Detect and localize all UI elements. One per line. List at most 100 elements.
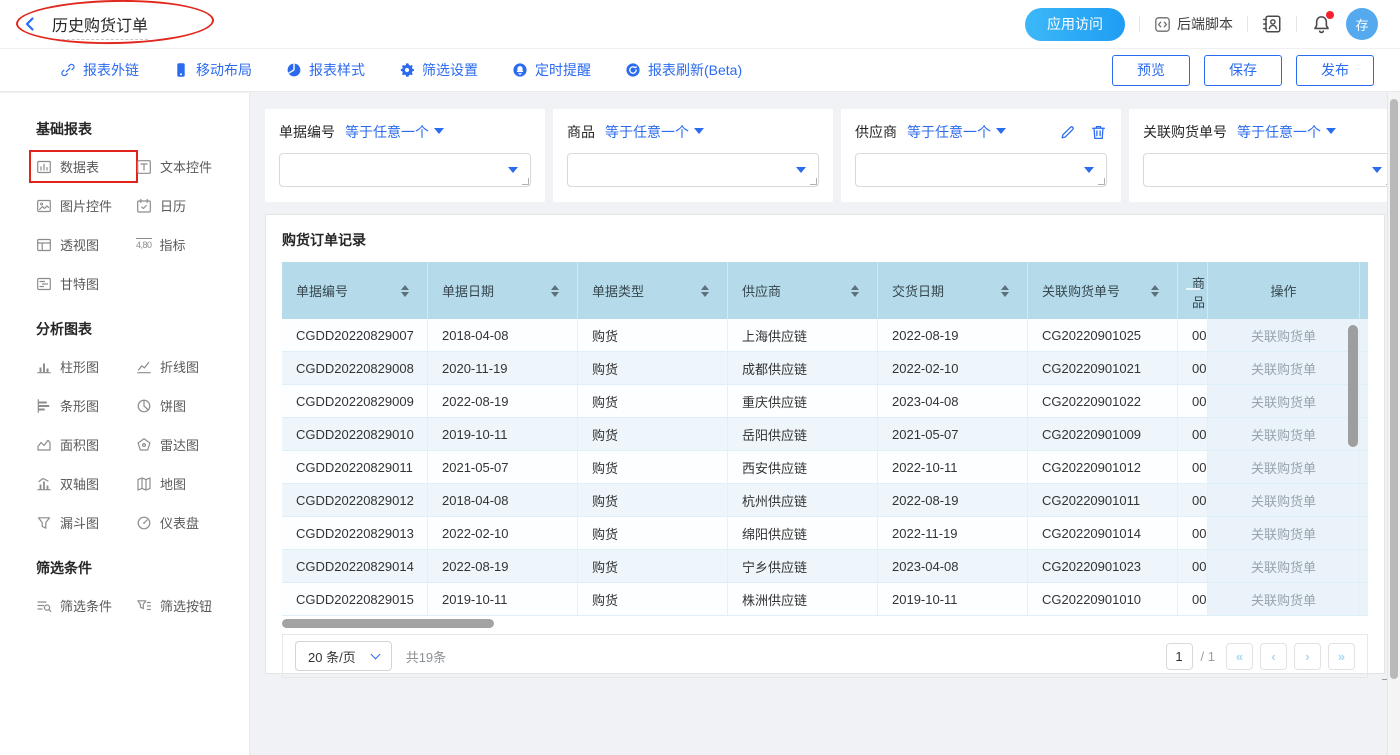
sort-icon[interactable] — [851, 281, 859, 301]
sidebar-item-日历[interactable]: 日历 — [136, 196, 236, 215]
sidebar-item-数据表[interactable]: 数据表 — [36, 157, 136, 176]
sort-icon[interactable] — [401, 281, 409, 301]
cell-clipped: 000 — [1178, 451, 1208, 483]
sidebar-item-柱形图[interactable]: 柱形图 — [36, 357, 136, 376]
related-purchase-order-button[interactable]: 关联购货单 — [1251, 524, 1316, 543]
next-page-button[interactable]: › — [1294, 643, 1321, 670]
sidebar-item-仪表盘[interactable]: 仪表盘 — [136, 513, 236, 532]
toolbar-item-2[interactable]: 移动布局 — [173, 60, 252, 80]
column-header-供应商[interactable]: 供应商 — [728, 262, 878, 319]
sidebar-item-漏斗图[interactable]: 漏斗图 — [36, 513, 136, 532]
sidebar-item-饼图[interactable]: 饼图 — [136, 396, 236, 415]
preview-button[interactable]: 预览 — [1112, 55, 1190, 86]
save-button[interactable]: 保存 — [1204, 55, 1282, 86]
notification-bell-icon[interactable] — [1311, 14, 1332, 35]
indicator-icon: 4,80 — [136, 238, 152, 251]
trash-icon[interactable] — [1090, 124, 1107, 141]
last-page-button[interactable]: » — [1328, 643, 1355, 670]
sidebar-item-甘特图[interactable]: 甘特图 — [36, 274, 136, 293]
page-number-input[interactable] — [1166, 643, 1193, 670]
column-chart-icon — [36, 359, 52, 375]
sidebar-item-筛选条件[interactable]: 筛选条件 — [36, 596, 136, 615]
sort-icon[interactable] — [551, 281, 559, 301]
table-row: CGDD202208290122018-04-08购货杭州供应链2022-08-… — [282, 484, 1368, 517]
related-purchase-order-button[interactable]: 关联购货单 — [1251, 359, 1316, 378]
cell: 西安供应链 — [728, 451, 878, 483]
sidebar-item-透视图[interactable]: 透视图 — [36, 235, 136, 254]
filter-condition-dropdown[interactable]: 等于任意一个 — [1237, 122, 1336, 142]
column-header-操作[interactable]: 操作 — [1208, 262, 1360, 319]
sidebar-item-双轴图[interactable]: 双轴图 — [36, 474, 136, 493]
column-header-单据类型[interactable]: 单据类型 — [578, 262, 728, 319]
resize-handle[interactable] — [810, 178, 817, 185]
filter-condition-dropdown[interactable]: 等于任意一个 — [345, 122, 444, 142]
filter-value-select[interactable] — [567, 153, 819, 187]
caret-down-icon — [1372, 167, 1382, 178]
related-purchase-order-button[interactable]: 关联购货单 — [1251, 557, 1316, 576]
data-table-widget[interactable]: 购货订单记录 单据编号单据日期单据类型供应商交货日期关联购货单号商品操作驳 CG… — [265, 214, 1385, 674]
avatar[interactable]: 存 — [1346, 8, 1378, 40]
resize-handle[interactable] — [1098, 178, 1105, 185]
filter-condition-dropdown[interactable]: 等于任意一个 — [907, 122, 1006, 142]
sidebar-item-条形图[interactable]: 条形图 — [36, 396, 136, 415]
prev-page-button[interactable]: ‹ — [1260, 643, 1287, 670]
column-header-单据编号[interactable]: 单据编号 — [282, 262, 428, 319]
sidebar-item-label: 甘特图 — [60, 274, 99, 293]
column-header-单据日期[interactable]: 单据日期 — [428, 262, 578, 319]
sidebar-item-雷达图[interactable]: 雷达图 — [136, 435, 236, 454]
sidebar-item-文本控件[interactable]: 文本控件 — [136, 157, 236, 176]
filter-condition-dropdown[interactable]: 等于任意一个 — [605, 122, 704, 142]
resize-handle[interactable] — [522, 178, 529, 185]
sidebar-item-折线图[interactable]: 折线图 — [136, 357, 236, 376]
cell: 绵阳供应链 — [728, 517, 878, 549]
filter-value-select[interactable] — [855, 153, 1107, 187]
table-vertical-scrollbar[interactable] — [1348, 325, 1358, 447]
notification-dot — [1326, 11, 1334, 19]
back-icon[interactable] — [22, 16, 38, 32]
related-purchase-order-button[interactable]: 关联购货单 — [1251, 491, 1316, 510]
filter-widget-单据编号[interactable]: 单据编号等于任意一个 — [265, 109, 545, 202]
toolbar-item-3[interactable]: 报表样式 — [286, 60, 365, 80]
contacts-icon[interactable] — [1262, 14, 1282, 34]
sidebar-item-指标[interactable]: 4,80指标 — [136, 235, 236, 254]
toolbar-item-6[interactable]: 报表刷新(Beta) — [625, 60, 742, 80]
publish-button[interactable]: 发布 — [1296, 55, 1374, 86]
toolbar-item-5[interactable]: 定时提醒 — [512, 60, 591, 80]
data-table-icon — [36, 159, 52, 175]
filter-widget-供应商[interactable]: 供应商等于任意一个 — [841, 109, 1121, 202]
column-header-关联购货单号[interactable]: 关联购货单号 — [1028, 262, 1178, 319]
sort-icon[interactable] — [1001, 281, 1009, 301]
edit-icon[interactable] — [1059, 124, 1076, 141]
first-page-button[interactable]: « — [1226, 643, 1253, 670]
page-size-select[interactable]: 20 条/页 — [295, 641, 392, 671]
cell-clipped: 000 — [1178, 583, 1208, 615]
related-purchase-order-button[interactable]: 关联购货单 — [1251, 392, 1316, 411]
filter-widget-商品[interactable]: 商品等于任意一个 — [553, 109, 833, 202]
related-purchase-order-button[interactable]: 关联购货单 — [1251, 590, 1316, 609]
related-purchase-order-button[interactable]: 关联购货单 — [1251, 425, 1316, 444]
backend-script-button[interactable]: 后端脚本 — [1154, 14, 1233, 34]
app-access-button[interactable]: 应用访问 — [1025, 8, 1125, 41]
column-header-交货日期[interactable]: 交货日期 — [878, 262, 1028, 319]
page-title[interactable]: 历史购货订单 — [52, 18, 148, 40]
sidebar-item-图片控件[interactable]: 图片控件 — [36, 196, 136, 215]
cell: 2022-02-10 — [878, 352, 1028, 384]
toolbar-item-1[interactable]: 报表外链 — [60, 60, 139, 80]
sort-icon[interactable] — [1151, 281, 1159, 301]
table-horizontal-scrollbar[interactable] — [282, 619, 494, 628]
sidebar-item-地图[interactable]: 地图 — [136, 474, 236, 493]
filter-value-select[interactable] — [279, 153, 531, 187]
sidebar-item-label: 图片控件 — [60, 196, 112, 215]
related-purchase-order-button[interactable]: 关联购货单 — [1251, 458, 1316, 477]
sidebar-item-面积图[interactable]: 面积图 — [36, 435, 136, 454]
sort-icon[interactable] — [701, 281, 709, 301]
filter-value-select[interactable] — [1143, 153, 1395, 187]
filter-header: 关联购货单号等于任意一个 — [1143, 122, 1395, 142]
toolbar-item-4[interactable]: 筛选设置 — [399, 60, 478, 80]
related-purchase-order-button[interactable]: 关联购货单 — [1251, 326, 1316, 345]
filter-widget-关联购货单号[interactable]: 关联购货单号等于任意一个 — [1129, 109, 1400, 202]
column-header-商品[interactable]: 商品 — [1178, 262, 1208, 319]
page-scrollbar-thumb[interactable] — [1390, 99, 1398, 679]
sidebar-item-筛选按钮[interactable]: 筛选按钮 — [136, 596, 236, 615]
caret-down-icon — [796, 167, 806, 178]
